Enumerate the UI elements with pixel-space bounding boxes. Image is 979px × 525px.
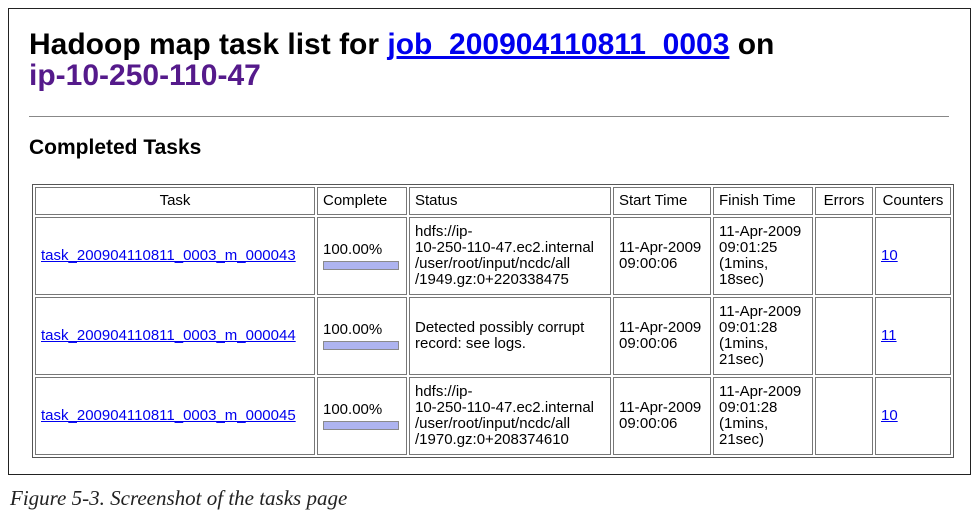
header-complete: Complete bbox=[317, 187, 407, 215]
errors-cell bbox=[815, 217, 873, 295]
browser-frame: Hadoop map task list for job_20090411081… bbox=[8, 8, 971, 475]
counters-cell: 10 bbox=[875, 377, 951, 455]
finish-date: 11-Apr-2009 bbox=[719, 383, 802, 400]
host-link[interactable]: ip-10-250-110-47 bbox=[29, 59, 261, 92]
start-date: 11-Apr-2009 bbox=[619, 319, 702, 336]
table-row: task_200904110811_0003_m_000044 100.00% … bbox=[35, 297, 951, 375]
finish-duration: 21sec) bbox=[719, 431, 765, 448]
header-counters: Counters bbox=[875, 187, 951, 215]
start-date: 11-Apr-2009 bbox=[619, 399, 702, 416]
complete-percent: 100.00% bbox=[323, 401, 383, 418]
table-row: task_200904110811_0003_m_000045 100.00% … bbox=[35, 377, 951, 455]
finish-duration: (1mins, bbox=[719, 255, 769, 272]
table-row: task_200904110811_0003_m_000043 100.00% … bbox=[35, 217, 951, 295]
header-finish-time: Finish Time bbox=[713, 187, 813, 215]
job-link[interactable]: job_200904110811_0003 bbox=[387, 28, 729, 61]
progress-bar bbox=[323, 261, 399, 270]
task-cell: task_200904110811_0003_m_000044 bbox=[35, 297, 315, 375]
finish-clock: 09:01:25 bbox=[719, 239, 778, 256]
counters-cell: 10 bbox=[875, 217, 951, 295]
start-clock: 09:00:06 bbox=[619, 335, 678, 352]
finish-duration: (1mins, bbox=[719, 415, 769, 432]
counters-cell: 11 bbox=[875, 297, 951, 375]
finish-clock: 09:01:28 bbox=[719, 319, 778, 336]
status-line: Detected possibly corrupt bbox=[415, 319, 585, 336]
complete-cell: 100.00% bbox=[317, 297, 407, 375]
finish-duration: 18sec) bbox=[719, 271, 765, 288]
task-cell: task_200904110811_0003_m_000043 bbox=[35, 217, 315, 295]
progress-bar bbox=[323, 341, 399, 350]
page-title-prefix: Hadoop map task list for bbox=[29, 28, 388, 61]
status-cell: hdfs://ip- 10-250-110-47.ec2.internal /u… bbox=[409, 377, 611, 455]
header-start-time: Start Time bbox=[613, 187, 711, 215]
page-title-mid: on bbox=[729, 28, 775, 61]
task-link[interactable]: task_200904110811_0003_m_000043 bbox=[41, 247, 296, 264]
errors-cell bbox=[815, 377, 873, 455]
start-time-cell: 11-Apr-2009 09:00:06 bbox=[613, 217, 711, 295]
status-cell: Detected possibly corrupt record: see lo… bbox=[409, 297, 611, 375]
status-line: /user/root/input/ncdc/all bbox=[415, 255, 571, 272]
complete-cell: 100.00% bbox=[317, 377, 407, 455]
counters-link[interactable]: 11 bbox=[881, 327, 897, 344]
page-title: Hadoop map task list for job_20090411081… bbox=[29, 29, 949, 91]
finish-time-cell: 11-Apr-2009 09:01:25 (1mins, 18sec) bbox=[713, 217, 813, 295]
status-cell: hdfs://ip- 10-250-110-47.ec2.internal /u… bbox=[409, 217, 611, 295]
status-line: /user/root/input/ncdc/all bbox=[415, 415, 571, 432]
header-status: Status bbox=[409, 187, 611, 215]
finish-time-cell: 11-Apr-2009 09:01:28 (1mins, 21sec) bbox=[713, 377, 813, 455]
section-title: Completed Tasks bbox=[29, 136, 202, 159]
complete-percent: 100.00% bbox=[323, 241, 383, 258]
status-line: /1949.gz:0+220338475 bbox=[415, 271, 569, 288]
status-line: 10-250-110-47.ec2.internal bbox=[415, 399, 595, 416]
errors-cell bbox=[815, 297, 873, 375]
finish-duration: (1mins, bbox=[719, 335, 769, 352]
finish-time-cell: 11-Apr-2009 09:01:28 (1mins, 21sec) bbox=[713, 297, 813, 375]
finish-duration: 21sec) bbox=[719, 351, 765, 368]
status-line: /1970.gz:0+208374610 bbox=[415, 431, 569, 448]
complete-cell: 100.00% bbox=[317, 217, 407, 295]
task-table: Task Complete Status Start Time Finish T… bbox=[32, 184, 954, 458]
header-task: Task bbox=[35, 187, 315, 215]
header-errors: Errors bbox=[815, 187, 873, 215]
divider bbox=[29, 116, 949, 117]
task-cell: task_200904110811_0003_m_000045 bbox=[35, 377, 315, 455]
status-line: record: see logs. bbox=[415, 335, 526, 352]
figure-caption: Figure 5-3. Screenshot of the tasks page bbox=[10, 486, 348, 510]
start-clock: 09:00:06 bbox=[619, 415, 678, 432]
finish-date: 11-Apr-2009 bbox=[719, 303, 802, 320]
status-line: hdfs://ip- bbox=[415, 223, 473, 240]
finish-date: 11-Apr-2009 bbox=[719, 223, 802, 240]
counters-link[interactable]: 10 bbox=[881, 247, 898, 264]
task-link[interactable]: task_200904110811_0003_m_000044 bbox=[41, 327, 296, 344]
status-line: 10-250-110-47.ec2.internal bbox=[415, 239, 595, 256]
status-line: hdfs://ip- bbox=[415, 383, 473, 400]
start-clock: 09:00:06 bbox=[619, 255, 678, 272]
start-time-cell: 11-Apr-2009 09:00:06 bbox=[613, 297, 711, 375]
start-date: 11-Apr-2009 bbox=[619, 239, 702, 256]
counters-link[interactable]: 10 bbox=[881, 407, 898, 424]
start-time-cell: 11-Apr-2009 09:00:06 bbox=[613, 377, 711, 455]
header-row: Task Complete Status Start Time Finish T… bbox=[35, 187, 951, 215]
complete-percent: 100.00% bbox=[323, 321, 383, 338]
progress-bar bbox=[323, 421, 399, 430]
finish-clock: 09:01:28 bbox=[719, 399, 778, 416]
task-link[interactable]: task_200904110811_0003_m_000045 bbox=[41, 407, 296, 424]
